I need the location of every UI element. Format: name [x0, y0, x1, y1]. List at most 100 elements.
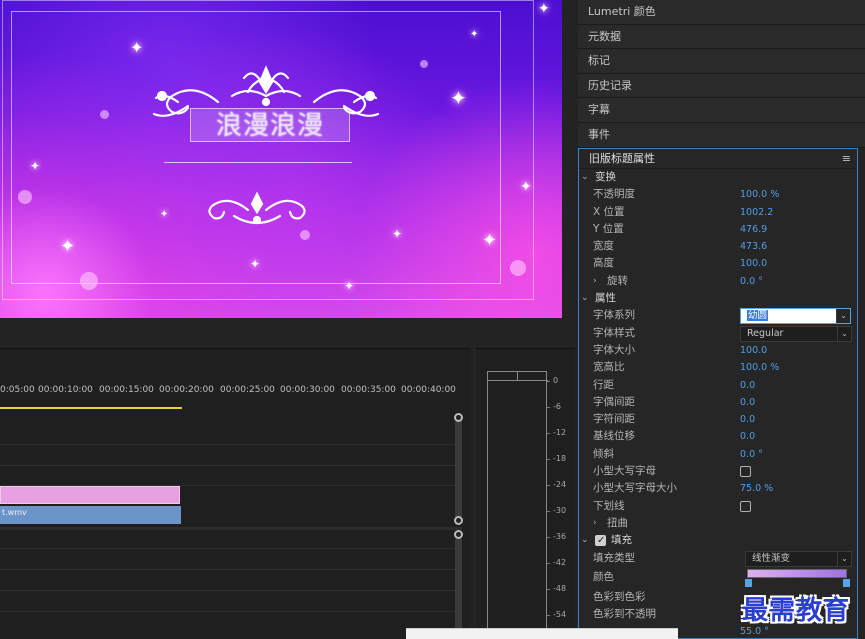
panel-header: 旧版标题属性 ≡	[579, 149, 857, 169]
panel-tab-captions[interactable]: 字幕	[578, 98, 865, 123]
track-divider[interactable]	[0, 527, 462, 530]
audio-meter-channels	[487, 371, 548, 639]
bokeh-dot	[510, 260, 526, 276]
db-label: -24	[553, 480, 567, 489]
sparkle-icon: ✦	[470, 29, 479, 40]
slant-value[interactable]: 0.0 °	[740, 446, 763, 463]
gradient-stop-right[interactable]	[843, 578, 850, 587]
timeline-panel[interactable]: 0:05:00 00:00:10:00 00:00:15:00 00:00:20…	[0, 348, 470, 639]
title-safe-frame	[11, 11, 501, 284]
font-family-dropdown[interactable]: 幼圆 ⌄	[740, 308, 851, 325]
prop-small-caps: 小型大写字母	[579, 463, 857, 480]
opacity-value[interactable]: 100.0 %	[740, 186, 779, 203]
video-clip[interactable]: t.wmv	[0, 506, 181, 524]
sparkle-icon: ✦	[520, 179, 532, 195]
audio-track-scrollbar[interactable]	[455, 537, 462, 639]
y-position-value[interactable]: 476.9	[740, 221, 767, 238]
small-caps-checkbox[interactable]	[740, 466, 751, 478]
timecode-label: 0:05:00	[0, 385, 35, 395]
prop-small-caps-size: 小型大写字母大小 75.0 %	[579, 480, 857, 497]
chevron-right-icon[interactable]: ›	[593, 515, 597, 532]
underline-checkbox[interactable]	[740, 500, 751, 512]
gradient-stop-left[interactable]	[745, 578, 752, 587]
prop-font-size: 字体大小 100.0	[579, 342, 857, 359]
font-size-value[interactable]: 100.0	[740, 342, 767, 359]
font-style-dropdown[interactable]: Regular ⌄	[740, 325, 852, 342]
flourish-ornament	[208, 191, 306, 225]
panel-tab-markers[interactable]: 标记	[578, 49, 865, 74]
prop-kerning: 字偶间距 0.0	[579, 394, 857, 411]
prop-tracking: 字符间距 0.0	[579, 411, 857, 428]
video-track-scrollbar[interactable]	[455, 419, 462, 519]
panel-tab-history[interactable]: 历史记录	[578, 73, 865, 99]
tracking-value[interactable]: 0.0	[740, 411, 755, 428]
prop-fill-type: 填充类型 线性渐变 ⌄	[579, 550, 857, 567]
time-ruler[interactable]: 0:05:00 00:00:10:00 00:00:15:00 00:00:20…	[0, 385, 456, 409]
work-area-bar[interactable]	[0, 407, 182, 409]
scroll-handle-mid[interactable]	[454, 516, 463, 525]
sparkle-icon: ✦	[250, 257, 261, 271]
section-properties[interactable]: ⌄ 属性	[579, 290, 857, 307]
kerning-value[interactable]: 0.0	[740, 394, 755, 411]
chevron-down-icon[interactable]: ⌄	[581, 169, 589, 186]
rotation-value[interactable]: 0.0 °	[740, 273, 763, 290]
panel-tab-events[interactable]: 事件	[578, 122, 865, 148]
watermark-text: 最需教育	[742, 596, 851, 626]
prop-opacity: 不透明度 100.0 %	[579, 186, 857, 203]
panel-tab-metadata[interactable]: 元数据	[578, 24, 865, 50]
bokeh-dot	[18, 190, 32, 204]
gradient-ramp[interactable]	[747, 568, 847, 578]
baseline-value[interactable]: 0.0	[740, 428, 755, 445]
chevron-down-icon[interactable]: ⌄	[836, 309, 850, 324]
height-value[interactable]: 100.0	[740, 255, 767, 272]
prop-baseline: 基线位移 0.0	[579, 428, 857, 445]
timecode-label: 00:00:30:00	[280, 385, 335, 395]
prop-y-position: Y 位置 476.9	[579, 221, 857, 238]
chevron-down-icon[interactable]: ⌄	[581, 532, 589, 549]
fill-checkbox[interactable]	[595, 532, 606, 549]
chevron-down-icon[interactable]: ⌄	[581, 290, 589, 307]
db-label: -6	[553, 402, 561, 411]
section-fill[interactable]: ⌄ 填充	[579, 532, 857, 549]
hamburger-icon[interactable]: ≡	[842, 149, 851, 169]
timecode-label: 00:00:35:00	[341, 385, 396, 395]
sparkle-icon: ✦	[538, 1, 550, 17]
sparkle-icon: ✦	[344, 279, 355, 293]
panel-title: 旧版标题属性	[589, 152, 655, 165]
prop-font-style: 字体样式 Regular ⌄	[579, 325, 857, 342]
width-value[interactable]: 473.6	[740, 238, 767, 255]
leading-value[interactable]: 0.0	[740, 377, 755, 394]
scroll-handle-top[interactable]	[454, 413, 463, 422]
fill-type-dropdown[interactable]: 线性渐变 ⌄	[745, 550, 852, 567]
prop-distort[interactable]: › 扭曲	[579, 515, 857, 532]
section-transform[interactable]: ⌄ 变换	[579, 169, 857, 186]
chevron-down-icon[interactable]: ⌄	[837, 551, 851, 566]
sparkle-icon: ✦	[160, 209, 169, 220]
title-clip[interactable]	[0, 486, 180, 504]
db-label: -42	[553, 558, 567, 567]
prop-leading: 行距 0.0	[579, 377, 857, 394]
small-caps-size-value[interactable]: 75.0 %	[740, 480, 773, 497]
scroll-handle-audio[interactable]	[454, 530, 463, 539]
sparkle-icon: ✦	[60, 236, 76, 257]
sparkle-icon: ✦	[450, 86, 467, 110]
title-text[interactable]: 浪漫浪漫	[190, 108, 350, 142]
chevron-down-icon[interactable]: ⌄	[837, 326, 851, 341]
x-position-value[interactable]: 1002.2	[740, 204, 773, 221]
db-label: -48	[553, 584, 567, 593]
legacy-title-properties-panel: 旧版标题属性 ≡ ⌄ 变换 不透明度 100.0 % X 位置 1002.2 Y…	[578, 148, 858, 639]
db-label: -54	[553, 610, 567, 619]
timecode-label: 00:00:10:00	[38, 385, 93, 395]
prop-slant: 倾斜 0.0 °	[579, 446, 857, 463]
timecode-label: 00:00:20:00	[159, 385, 214, 395]
prop-width: 宽度 473.6	[579, 238, 857, 255]
db-label: 0	[553, 376, 559, 385]
db-label: -36	[553, 532, 567, 541]
panel-tab-lumetri[interactable]: Lumetri 颜色	[578, 0, 865, 25]
program-monitor[interactable]: ✦ ✦ ✦ ✦ ✦ ✦ ✦ ✦ ✦ ✦ ✦ ✦ 浪漫浪漫	[0, 0, 562, 318]
timecode-label: 00:00:15:00	[99, 385, 154, 395]
timecode-label: 00:00:40:00	[401, 385, 456, 395]
prop-x-position: X 位置 1002.2	[579, 204, 857, 221]
chevron-right-icon[interactable]: ›	[593, 273, 597, 290]
aspect-value[interactable]: 100.0 %	[740, 359, 779, 376]
